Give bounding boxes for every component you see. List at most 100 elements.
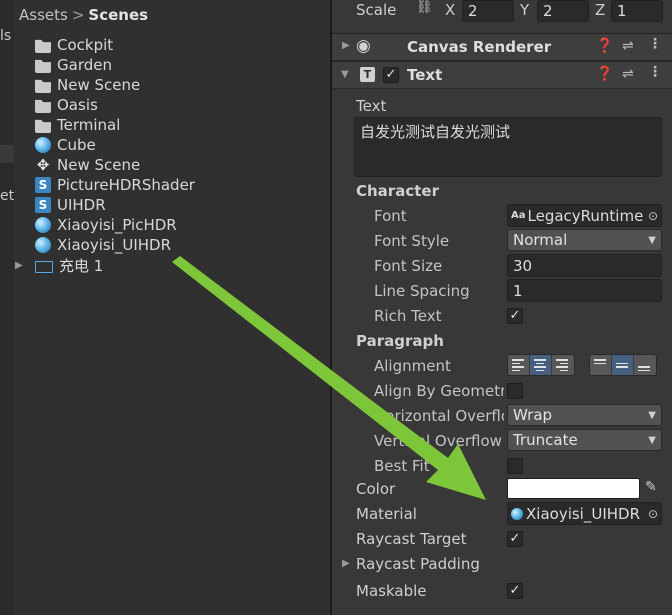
list-item[interactable]: ▶ 充电 1 (15, 255, 195, 275)
horizontal-alignment-group (507, 354, 575, 376)
best-fit-checkbox[interactable] (507, 458, 523, 474)
list-item-label: Terminal (57, 116, 121, 134)
scale-x-field[interactable]: 2 (462, 0, 514, 22)
eye-icon: ◉ (356, 36, 371, 56)
list-item[interactable]: Terminal (35, 115, 195, 135)
expand-arrow-icon[interactable]: ▶ (15, 260, 29, 271)
font-style-dropdown[interactable]: Normal ▼ (507, 229, 662, 251)
font-size-label: Font Size (374, 257, 443, 275)
align-by-geometry-checkbox[interactable] (507, 383, 523, 399)
breadcrumb-current[interactable]: Scenes (88, 6, 148, 24)
more-menu-icon[interactable]: ⋮ (648, 36, 662, 52)
list-item[interactable]: Garden (35, 55, 195, 75)
list-item-label: New Scene (57, 156, 141, 174)
list-item-label: New Scene (57, 76, 141, 94)
list-item[interactable]: Oasis (35, 95, 195, 115)
breadcrumb: Assets > Scenes (14, 6, 330, 34)
raycast-target-label: Raycast Target (356, 530, 467, 548)
left-edge-strip: ls et (0, 0, 14, 615)
foldout-arrow-icon[interactable]: ▶ (342, 40, 350, 51)
font-label: Font (374, 207, 407, 225)
list-item[interactable]: Xiaoyisi_UIHDR (35, 235, 195, 255)
line-spacing-label: Line Spacing (374, 282, 470, 300)
dropdown-caret-icon: ▼ (648, 434, 656, 446)
foldout-arrow-expanded-icon[interactable]: ▼ (341, 69, 349, 80)
horizontal-overflow-label: Horizontal Overflow (374, 407, 504, 425)
material-object-field[interactable]: Xiaoyisi_UIHDR ⊙ (507, 502, 662, 525)
list-item-label: PictureHDRShader (57, 176, 195, 194)
font-value: LegacyRuntime (527, 206, 644, 225)
preset-icon[interactable]: ⇌ (622, 38, 634, 54)
vertical-overflow-dropdown[interactable]: Truncate ▼ (507, 429, 662, 451)
vertical-overflow-value: Truncate (513, 431, 578, 449)
list-item[interactable]: S PictureHDRShader (35, 175, 195, 195)
list-item[interactable]: New Scene (35, 75, 195, 95)
list-item[interactable]: Cockpit (35, 35, 195, 55)
object-picker-icon[interactable]: ⊙ (648, 209, 658, 223)
list-item-label: Xiaoyisi_UIHDR (57, 236, 171, 254)
canvas-renderer-title: Canvas Renderer (407, 38, 552, 56)
prefab-icon (35, 260, 53, 273)
font-object-field[interactable]: Aa LegacyRuntime ⊙ (507, 204, 662, 227)
scale-y-label: Y (520, 1, 530, 19)
object-picker-icon[interactable]: ⊙ (648, 507, 658, 521)
material-sphere-icon (35, 217, 51, 233)
horizontal-overflow-dropdown[interactable]: Wrap ▼ (507, 404, 662, 426)
best-fit-label: Best Fit (374, 457, 430, 475)
font-style-value: Normal (513, 231, 568, 249)
help-icon[interactable]: ❓ (596, 66, 613, 82)
color-swatch[interactable] (507, 478, 640, 499)
list-item[interactable]: S UIHDR (35, 195, 195, 215)
maskable-checkbox[interactable]: ✓ (507, 583, 523, 599)
rich-text-checkbox[interactable]: ✓ (507, 308, 523, 324)
text-component-header[interactable]: ▼ T ✓ Text ❓ ⇌ ⋮ (332, 61, 672, 89)
paragraph-section-header: Paragraph (356, 332, 444, 350)
raycast-target-checkbox[interactable]: ✓ (507, 531, 523, 547)
canvas-renderer-header[interactable]: ▶ ◉ Canvas Renderer ❓ ⇌ ⋮ (332, 33, 672, 61)
align-top-button[interactable] (590, 355, 612, 375)
dropdown-caret-icon: ▼ (648, 409, 656, 421)
align-center-button[interactable] (530, 355, 552, 375)
unity-scene-icon: ✥ (36, 156, 50, 174)
shader-icon: S (35, 197, 51, 213)
line-spacing-field[interactable]: 1 (507, 279, 662, 302)
color-label: Color (356, 480, 396, 498)
scale-y-field[interactable]: 2 (537, 0, 589, 22)
text-content-area[interactable]: 自发光测试自发光测试 (354, 117, 662, 177)
list-item-label: Cube (57, 136, 96, 154)
list-item[interactable]: Xiaoyisi_PicHDR (35, 215, 195, 235)
breadcrumb-root[interactable]: Assets (19, 6, 68, 24)
align-left-button[interactable] (508, 355, 530, 375)
link-scale-icon[interactable]: ⛓ (416, 0, 434, 18)
vertical-alignment-group (589, 354, 657, 376)
eyedropper-icon[interactable]: ✎ (645, 479, 657, 495)
material-sphere-icon (511, 507, 523, 520)
list-item[interactable]: ✥ New Scene (35, 155, 195, 175)
font-size-field[interactable]: 30 (507, 254, 662, 277)
list-item-label: UIHDR (57, 196, 106, 214)
material-value: Xiaoyisi_UIHDR (526, 504, 640, 523)
scale-label: Scale (356, 1, 397, 19)
scale-x-label: X (445, 1, 456, 19)
edge-fragment: ls (0, 28, 12, 44)
folder-icon (35, 99, 51, 113)
more-menu-icon[interactable]: ⋮ (648, 64, 662, 80)
preset-icon[interactable]: ⇌ (622, 66, 634, 82)
text-component-title: Text (407, 66, 443, 84)
align-right-button[interactable] (552, 355, 574, 375)
help-icon[interactable]: ❓ (596, 38, 613, 54)
scale-z-field[interactable]: 1 (611, 0, 663, 22)
maskable-label: Maskable (356, 582, 427, 600)
breadcrumb-separator: > (71, 6, 85, 24)
asset-list: Cockpit Garden New Scene Oasis Terminal … (15, 35, 195, 275)
foldout-arrow-icon[interactable]: ▶ (342, 558, 350, 569)
raycast-padding-label[interactable]: Raycast Padding (356, 555, 480, 573)
align-middle-button[interactable] (612, 355, 634, 375)
list-item[interactable]: Cube (35, 135, 195, 155)
edge-selection (0, 145, 14, 163)
alignment-label: Alignment (374, 357, 451, 375)
list-item-label: Xiaoyisi_PicHDR (57, 216, 177, 234)
align-by-geometry-label: Align By Geometry (374, 382, 504, 400)
align-bottom-button[interactable] (634, 355, 656, 375)
component-enabled-checkbox[interactable]: ✓ (383, 67, 399, 83)
